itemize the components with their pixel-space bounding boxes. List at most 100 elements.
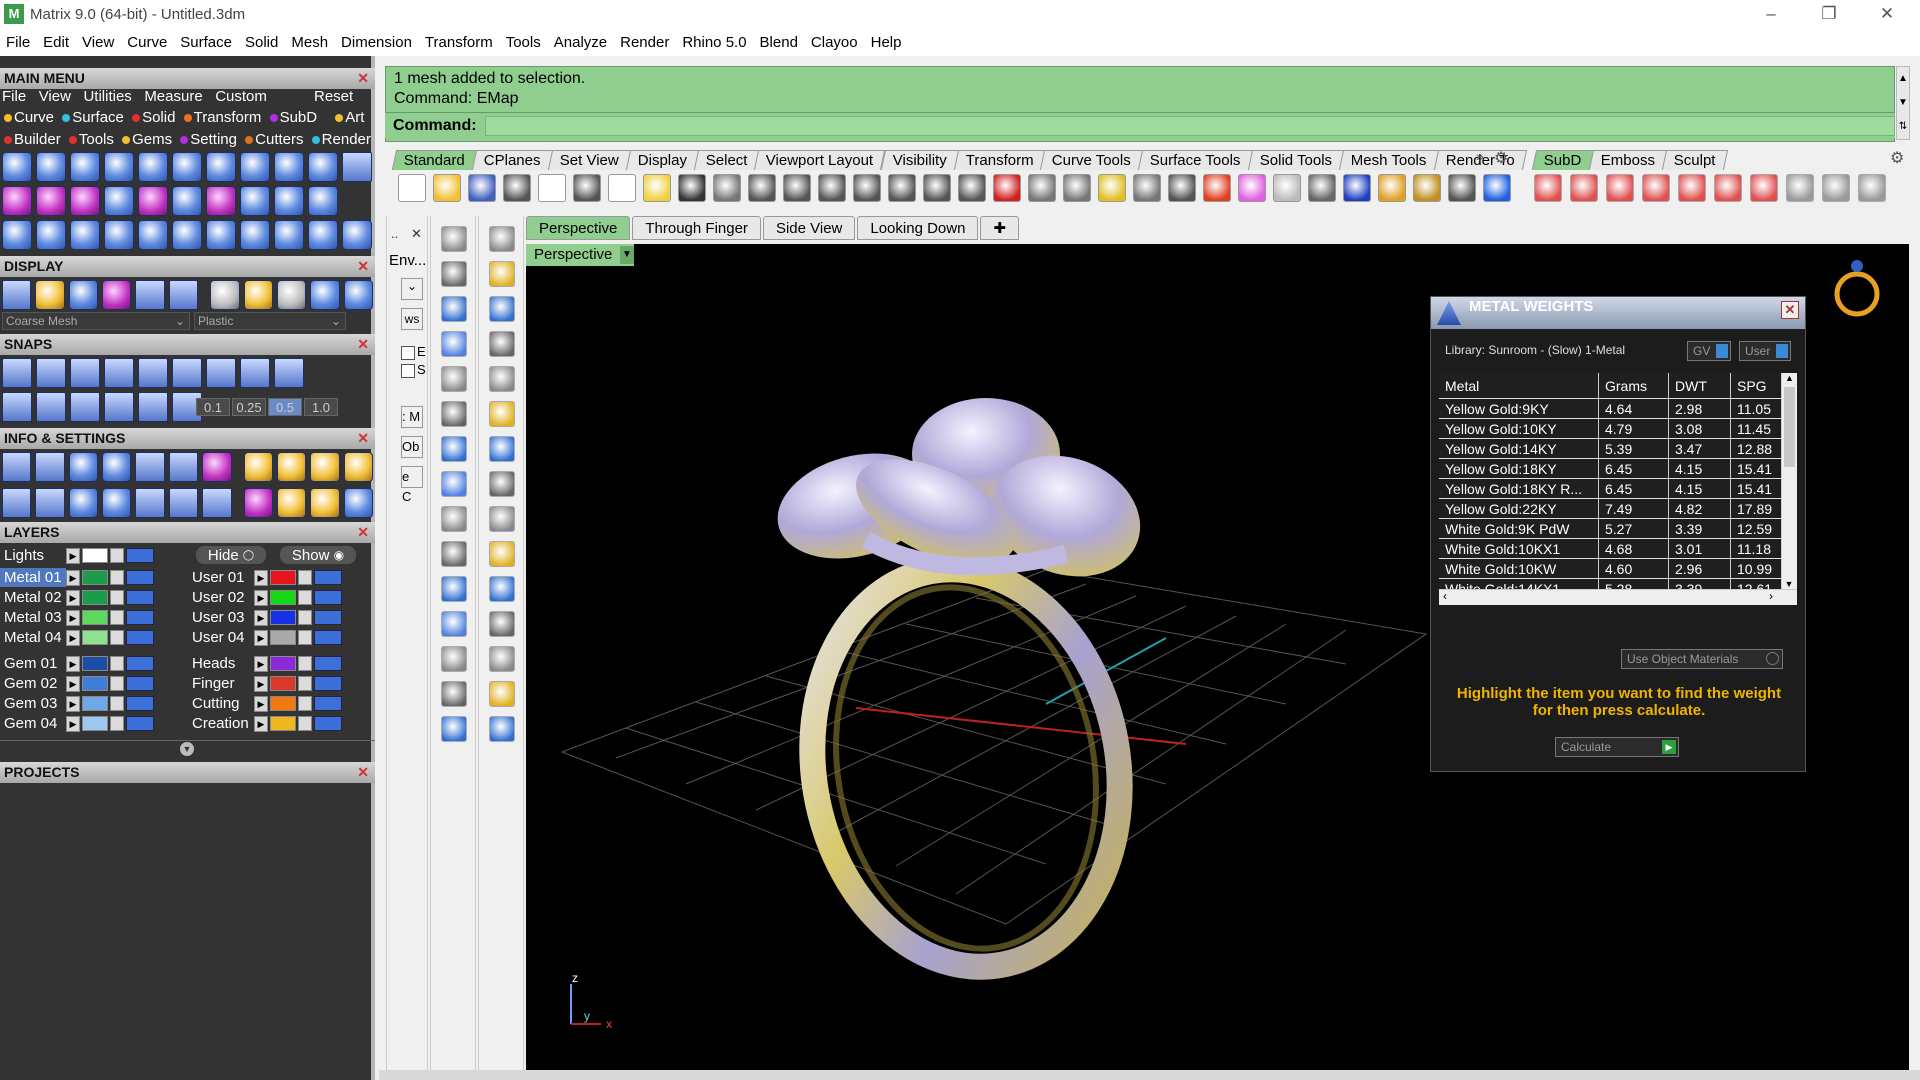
render-icon[interactable] (102, 280, 132, 310)
layer-row[interactable]: Gem 02 ▶ (0, 674, 156, 693)
menu-view[interactable]: View (82, 34, 114, 51)
lock-icon[interactable] (110, 716, 124, 731)
tool-icon[interactable] (138, 186, 168, 216)
lock-icon[interactable] (110, 676, 124, 691)
lock-icon[interactable] (110, 610, 124, 625)
lock-icon[interactable] (298, 656, 312, 671)
info-icon[interactable] (243, 488, 273, 518)
checkbox[interactable] (401, 364, 415, 378)
visibility-toggle[interactable] (126, 610, 154, 625)
mm-render[interactable]: Render (322, 131, 371, 148)
lock-icon[interactable] (110, 696, 124, 711)
tool-icon[interactable] (206, 152, 236, 182)
subd-icon[interactable] (1606, 174, 1634, 202)
material-icon[interactable] (1203, 174, 1231, 202)
tool-icon[interactable] (70, 220, 100, 250)
visibility-toggle[interactable] (314, 716, 342, 731)
table-hscrollbar[interactable]: ‹ › (1439, 589, 1797, 605)
gv-toggle[interactable]: GV (1687, 341, 1731, 361)
settings-icon[interactable] (2, 452, 32, 482)
more-tabs-icon[interactable]: » (1476, 148, 1484, 164)
mm-cutters[interactable]: Cutters (255, 131, 303, 148)
layer-name[interactable]: Cutting (188, 694, 254, 713)
zoom-window-icon[interactable] (818, 174, 846, 202)
close-icon[interactable]: ✕ (357, 256, 369, 277)
layer-color-swatch[interactable] (82, 630, 108, 645)
visibility-toggle[interactable] (126, 590, 154, 605)
toolbar-tab[interactable]: Display (625, 150, 699, 170)
toolbar-tab[interactable]: Sculpt (1661, 150, 1728, 170)
lock-icon[interactable] (298, 676, 312, 691)
mm-builder[interactable]: Builder (14, 131, 61, 148)
tool-icon[interactable] (240, 152, 270, 182)
expand-icon[interactable]: ▶ (254, 589, 268, 606)
close-icon[interactable]: ✕ (357, 334, 369, 355)
layer-color-swatch[interactable] (270, 716, 296, 731)
lock-icon[interactable] (298, 590, 312, 605)
new-file-icon[interactable] (398, 174, 426, 202)
layer-name[interactable]: Metal 01 (0, 568, 66, 587)
layer-color-swatch[interactable] (270, 610, 296, 625)
tool-icon[interactable] (104, 186, 134, 216)
mm-reset[interactable]: Reset (314, 86, 353, 108)
sphere-icon[interactable] (1273, 174, 1301, 202)
user-toggle[interactable]: User (1739, 341, 1791, 361)
layer-row[interactable]: Creation ▶ (188, 714, 344, 733)
dropdown-icon[interactable]: ▼ (620, 246, 634, 264)
snap-value[interactable]: 1.0 (304, 398, 338, 416)
box-icon[interactable] (441, 716, 467, 742)
color-wheel-icon[interactable] (1238, 174, 1266, 202)
expand-icon[interactable]: ▶ (66, 569, 80, 586)
circle-icon[interactable] (1063, 174, 1091, 202)
move-icon[interactable] (748, 174, 776, 202)
visibility-toggle[interactable] (314, 676, 342, 691)
expand-icon[interactable]: ▶ (254, 609, 268, 626)
check-icon[interactable] (489, 681, 515, 707)
sphere-icon[interactable] (310, 280, 340, 310)
table-row[interactable]: White Gold:10KX1 4.68 3.01 11.18 (1439, 539, 1789, 559)
restore-button[interactable]: ❐ (1800, 0, 1858, 28)
lock-icon[interactable] (298, 630, 312, 645)
table-vscrollbar[interactable]: ▲ ▼ (1781, 373, 1797, 589)
expand-icon[interactable]: ▶ (254, 675, 268, 692)
layer-color-swatch[interactable] (82, 570, 108, 585)
visibility-toggle[interactable] (314, 630, 342, 645)
mm-surface[interactable]: Surface (72, 109, 124, 126)
snap-icon[interactable] (70, 358, 100, 388)
import-icon[interactable] (538, 174, 566, 202)
zoom-selected-icon[interactable] (888, 174, 916, 202)
layer-name[interactable]: Metal 04 (0, 628, 66, 647)
layer-color-swatch[interactable] (270, 656, 296, 671)
lock-icon[interactable] (298, 570, 312, 585)
mm-custom[interactable]: Custom (215, 88, 267, 105)
visibility-toggle[interactable] (314, 610, 342, 625)
tool-icon[interactable] (274, 220, 304, 250)
text-icon[interactable] (441, 646, 467, 672)
info-icon[interactable] (276, 488, 307, 518)
layer-color-swatch[interactable] (270, 630, 296, 645)
env-label[interactable]: Env... (389, 252, 426, 269)
info-icon[interactable] (102, 488, 132, 518)
toolbar-tab[interactable]: Solid Tools (1247, 150, 1345, 170)
info-icon[interactable] (102, 452, 132, 482)
lock-icon[interactable] (298, 610, 312, 625)
visibility-toggle[interactable] (314, 696, 342, 711)
toolbar-tab[interactable]: SubD (1531, 150, 1594, 170)
layer-row[interactable]: Finger ▶ (188, 674, 344, 693)
print-icon[interactable] (503, 174, 531, 202)
tool-icon[interactable] (274, 152, 304, 182)
expand-icon[interactable]: ▶ (66, 715, 80, 732)
explode-icon[interactable] (489, 506, 515, 532)
layer-row[interactable]: User 03 ▶ (188, 608, 344, 627)
scroll-left-icon[interactable]: ‹ (1443, 589, 1447, 603)
cut-icon[interactable] (573, 174, 601, 202)
mm-tools[interactable]: Tools (79, 131, 114, 148)
ellipse-icon[interactable] (441, 366, 467, 392)
table-row[interactable]: Yellow Gold:14KY 5.39 3.47 12.88 (1439, 439, 1789, 459)
copy-icon[interactable] (608, 174, 636, 202)
cylinder-icon[interactable] (441, 471, 467, 497)
command-input[interactable] (484, 115, 1895, 136)
column-header[interactable]: Grams (1599, 373, 1669, 398)
visibility-toggle[interactable] (126, 630, 154, 645)
dropdown-icon[interactable]: ⌄ (401, 278, 423, 300)
